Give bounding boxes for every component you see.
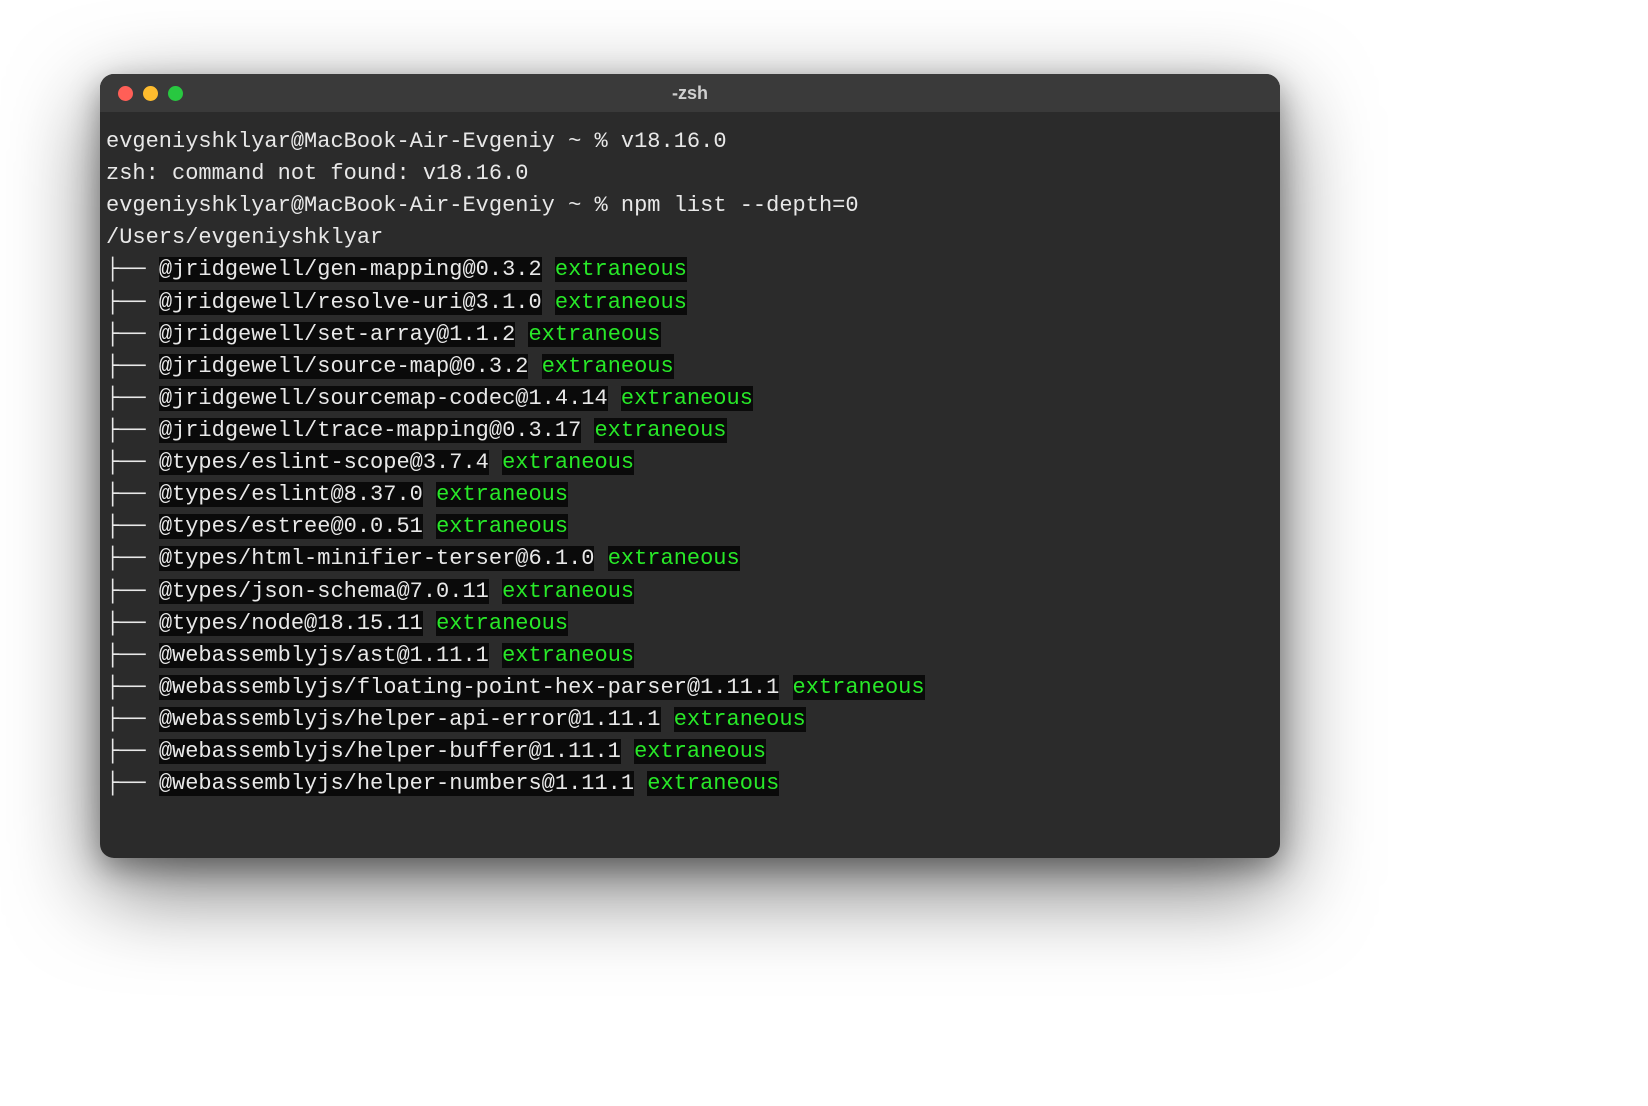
package-line: ├── @webassemblyjs/helper-api-error@1.11… xyxy=(106,704,1274,736)
prompt-symbol: % xyxy=(595,129,608,154)
minimize-icon[interactable] xyxy=(143,86,158,101)
tree-branch-icon: ├── xyxy=(106,322,159,347)
tree-branch-icon: ├── xyxy=(106,386,159,411)
tree-branch-icon: ├── xyxy=(106,514,159,539)
titlebar: -zsh xyxy=(100,74,1280,112)
package-name: @types/node@18.15.11 xyxy=(159,611,423,636)
tree-branch-icon: ├── xyxy=(106,611,159,636)
package-name: @jridgewell/resolve-uri@3.1.0 xyxy=(159,290,542,315)
package-line: ├── @jridgewell/set-array@1.1.2 extraneo… xyxy=(106,319,1274,351)
package-name: @webassemblyjs/floating-point-hex-parser… xyxy=(159,675,780,700)
terminal-body[interactable]: evgeniyshklyar@MacBook-Air-Evgeniy ~ % v… xyxy=(100,112,1280,806)
command-1: v18.16.0 xyxy=(621,129,727,154)
package-name: @jridgewell/sourcemap-codec@1.4.14 xyxy=(159,386,608,411)
package-line: ├── @jridgewell/source-map@0.3.2 extrane… xyxy=(106,351,1274,383)
package-line: ├── @webassemblyjs/helper-buffer@1.11.1 … xyxy=(106,736,1274,768)
package-name: @jridgewell/gen-mapping@0.3.2 xyxy=(159,257,542,282)
extraneous-label: extraneous xyxy=(647,771,779,796)
package-line: ├── @types/html-minifier-terser@6.1.0 ex… xyxy=(106,543,1274,575)
path-line: /Users/evgeniyshklyar xyxy=(106,222,1274,254)
package-name: @types/estree@0.0.51 xyxy=(159,514,423,539)
prompt-user: evgeniyshklyar xyxy=(106,129,291,154)
package-line: ├── @types/json-schema@7.0.11 extraneous xyxy=(106,576,1274,608)
package-line: ├── @jridgewell/trace-mapping@0.3.17 ext… xyxy=(106,415,1274,447)
close-icon[interactable] xyxy=(118,86,133,101)
prompt-dir: ~ xyxy=(568,129,581,154)
extraneous-label: extraneous xyxy=(502,643,634,668)
window-title: -zsh xyxy=(100,83,1280,104)
prompt-dir: ~ xyxy=(568,193,581,218)
package-line: ├── @types/eslint-scope@3.7.4 extraneous xyxy=(106,447,1274,479)
traffic-lights xyxy=(118,86,183,101)
extraneous-label: extraneous xyxy=(621,386,753,411)
tree-branch-icon: ├── xyxy=(106,771,159,796)
extraneous-label: extraneous xyxy=(674,707,806,732)
extraneous-label: extraneous xyxy=(634,739,766,764)
tree-branch-icon: ├── xyxy=(106,354,159,379)
package-line: ├── @jridgewell/sourcemap-codec@1.4.14 e… xyxy=(106,383,1274,415)
extraneous-label: extraneous xyxy=(608,546,740,571)
package-name: @webassemblyjs/ast@1.11.1 xyxy=(159,643,489,668)
tree-branch-icon: ├── xyxy=(106,450,159,475)
package-name: @jridgewell/set-array@1.1.2 xyxy=(159,322,515,347)
tree-branch-icon: ├── xyxy=(106,739,159,764)
terminal-window: -zsh evgeniyshklyar@MacBook-Air-Evgeniy … xyxy=(100,74,1280,858)
prompt-symbol: % xyxy=(595,193,608,218)
tree-branch-icon: ├── xyxy=(106,675,159,700)
package-line: ├── @types/eslint@8.37.0 extraneous xyxy=(106,479,1274,511)
package-name: @types/eslint-scope@3.7.4 xyxy=(159,450,489,475)
package-name: @webassemblyjs/helper-numbers@1.11.1 xyxy=(159,771,634,796)
extraneous-label: extraneous xyxy=(436,514,568,539)
tree-branch-icon: ├── xyxy=(106,579,159,604)
package-name: @types/html-minifier-terser@6.1.0 xyxy=(159,546,595,571)
package-list: ├── @jridgewell/gen-mapping@0.3.2 extran… xyxy=(106,254,1274,800)
package-name: @jridgewell/source-map@0.3.2 xyxy=(159,354,529,379)
extraneous-label: extraneous xyxy=(555,290,687,315)
tree-branch-icon: ├── xyxy=(106,418,159,443)
extraneous-label: extraneous xyxy=(436,482,568,507)
tree-branch-icon: ├── xyxy=(106,546,159,571)
prompt-user: evgeniyshklyar xyxy=(106,193,291,218)
extraneous-label: extraneous xyxy=(594,418,726,443)
tree-branch-icon: ├── xyxy=(106,290,159,315)
package-line: ├── @types/node@18.15.11 extraneous xyxy=(106,608,1274,640)
package-line: ├── @jridgewell/gen-mapping@0.3.2 extran… xyxy=(106,254,1274,286)
package-name: @jridgewell/trace-mapping@0.3.17 xyxy=(159,418,581,443)
extraneous-label: extraneous xyxy=(555,257,687,282)
extraneous-label: extraneous xyxy=(542,354,674,379)
package-line: ├── @types/estree@0.0.51 extraneous xyxy=(106,511,1274,543)
package-line: ├── @webassemblyjs/helper-numbers@1.11.1… xyxy=(106,768,1274,800)
prompt-line-2: evgeniyshklyar@MacBook-Air-Evgeniy ~ % n… xyxy=(106,190,1274,222)
prompt-line-1: evgeniyshklyar@MacBook-Air-Evgeniy ~ % v… xyxy=(106,126,1274,158)
package-line: ├── @jridgewell/resolve-uri@3.1.0 extran… xyxy=(106,287,1274,319)
extraneous-label: extraneous xyxy=(502,450,634,475)
tree-branch-icon: ├── xyxy=(106,257,159,282)
package-name: @webassemblyjs/helper-buffer@1.11.1 xyxy=(159,739,621,764)
prompt-host: MacBook-Air-Evgeniy xyxy=(304,129,555,154)
extraneous-label: extraneous xyxy=(502,579,634,604)
tree-branch-icon: ├── xyxy=(106,482,159,507)
package-line: ├── @webassemblyjs/floating-point-hex-pa… xyxy=(106,672,1274,704)
package-name: @types/eslint@8.37.0 xyxy=(159,482,423,507)
zoom-icon[interactable] xyxy=(168,86,183,101)
extraneous-label: extraneous xyxy=(528,322,660,347)
tree-branch-icon: ├── xyxy=(106,643,159,668)
prompt-host: MacBook-Air-Evgeniy xyxy=(304,193,555,218)
package-name: @webassemblyjs/helper-api-error@1.11.1 xyxy=(159,707,661,732)
package-line: ├── @webassemblyjs/ast@1.11.1 extraneous xyxy=(106,640,1274,672)
command-2: npm list --depth=0 xyxy=(621,193,859,218)
package-name: @types/json-schema@7.0.11 xyxy=(159,579,489,604)
extraneous-label: extraneous xyxy=(793,675,925,700)
extraneous-label: extraneous xyxy=(436,611,568,636)
tree-branch-icon: ├── xyxy=(106,707,159,732)
error-line: zsh: command not found: v18.16.0 xyxy=(106,158,1274,190)
